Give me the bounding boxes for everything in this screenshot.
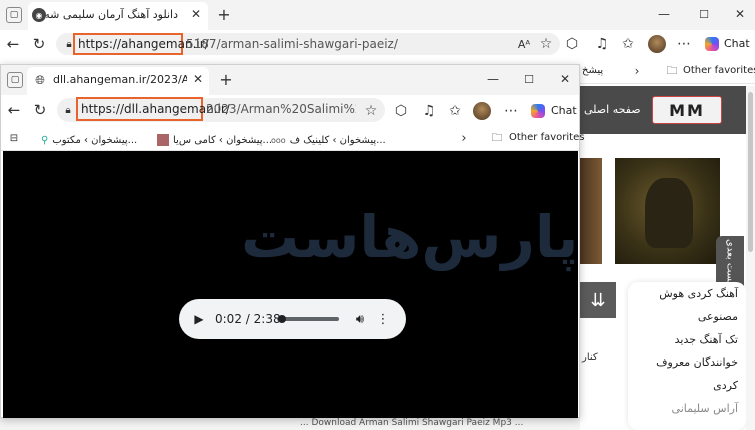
menu-item[interactable]: تک آهنگ جدید [628, 328, 746, 351]
copilot-chat-label[interactable]: Chat [724, 37, 750, 50]
site-favicon-icon: ◉ [32, 8, 46, 22]
folder-icon: 🗀︎ [491, 130, 503, 144]
front-favorites-bar: ⊟ ⚲ پیشخوان › مکتوب... پیشخوان › کامی س‌ی… [1, 127, 584, 151]
front-tab-strip: ▢ 🌐︎ dll.ahangeman.ir/2023/Arman Sali ✕ … [1, 65, 579, 95]
copilot-icon[interactable] [531, 104, 545, 118]
favorite-star-icon[interactable]: ☆ [363, 103, 379, 119]
new-tab-icon[interactable]: + [217, 70, 235, 89]
front-url-path: 2023/Arman%20Salimi%20-%2... [206, 102, 356, 116]
tab-actions-icon[interactable]: ▢ [7, 72, 23, 88]
post-thumbnail-1[interactable] [580, 158, 602, 264]
extensions-icon[interactable]: ⬡ [393, 103, 409, 119]
front-browser-window: ▢ 🌐︎ dll.ahangeman.ir/2023/Arman Sali ✕ … [0, 64, 584, 418]
page-scrollbar[interactable] [746, 86, 755, 430]
import-favorites-icon[interactable]: ⊟ [7, 131, 21, 145]
back-other-favorites[interactable]: Other favorites [683, 65, 755, 76]
more-options-icon[interactable]: ⋮ [377, 311, 390, 327]
refresh-icon[interactable]: ↻ [31, 101, 49, 119]
window-close-icon[interactable]: ✕ [732, 6, 748, 22]
favorite-link[interactable]: پیشخوان › کامی س‌یا... [157, 131, 272, 149]
back-arrow-icon[interactable]: ← [5, 101, 23, 119]
tab-actions-icon[interactable]: ▢ [6, 7, 22, 23]
front-tab-title: dll.ahangeman.ir/2023/Arman Sali [53, 73, 187, 86]
collections-icon[interactable]: ✩ [447, 103, 463, 119]
new-tab-icon[interactable]: + [215, 5, 233, 24]
chevron-right-icon[interactable]: › [457, 131, 471, 146]
menu-item[interactable]: مصنوعی [628, 305, 746, 328]
bottom-text: ... Download Arman Salimi Shawgari Paeiz… [300, 418, 524, 428]
seek-bar[interactable] [277, 317, 339, 321]
collections-icon[interactable]: ✩ [620, 36, 636, 52]
next-post-tab[interactable]: پست بعدی [716, 236, 744, 288]
media-icon[interactable]: ♫ [421, 103, 437, 119]
maximize-icon[interactable]: ☐ [521, 71, 537, 87]
media-viewer: پارس‌هاست ▶ 0:02 / 2:38 🔊︎ ⋮ [3, 151, 578, 418]
window-close-icon[interactable]: ✕ [557, 71, 573, 87]
site-home-link[interactable]: صفحه اصلی [584, 103, 641, 116]
copilot-chat-label[interactable]: Chat [551, 104, 577, 117]
favorite-link[interactable]: ooo پیشخوان › کلینیک ف... [271, 131, 386, 149]
close-tab-icon[interactable]: ✕ [191, 72, 205, 86]
favorite-link[interactable]: ⚲ پیشخوان › مکتوب... [41, 131, 137, 149]
thumbnail-figure [645, 178, 693, 248]
site-logo[interactable]: MM [652, 96, 722, 124]
maximize-icon[interactable]: ☐ [696, 6, 712, 22]
more-menu-icon[interactable]: ⋯ [503, 103, 519, 119]
site-logo-text: MM [669, 100, 705, 120]
favorite-label: پیشخوان › مکتوب... [52, 134, 138, 146]
menu-item[interactable]: آهنگ کردی هوش [628, 282, 746, 305]
back-tab-title: دانلود آهنگ آرمان سلیمی شه‌وگاری پ [46, 8, 178, 21]
media-icon[interactable]: ♫ [594, 36, 610, 52]
menu-item[interactable]: خوانندگان معروف [628, 351, 746, 374]
menu-item[interactable]: کردی [628, 374, 746, 397]
side-text: کنار [582, 352, 598, 363]
folder-icon: 🗀︎ [666, 63, 678, 77]
menu-item[interactable]: آراس سلیمانی [628, 397, 746, 420]
audio-player: ▶ 0:02 / 2:38 🔊︎ ⋮ [179, 299, 406, 339]
seek-thumb[interactable] [278, 315, 286, 323]
minimize-icon[interactable]: — [656, 6, 672, 22]
extensions-icon[interactable]: ⬡ [564, 36, 580, 52]
read-aloud-icon[interactable]: Aᴬ [516, 36, 532, 52]
favorite-star-icon[interactable]: ☆ [538, 36, 554, 52]
bottom-strip: ... Download Arman Salimi Shawgari Paeiz… [0, 418, 580, 430]
favorite-label: پیشخوان › کلینیک ف... [289, 134, 386, 146]
refresh-icon[interactable]: ↻ [30, 35, 48, 53]
profile-avatar[interactable] [473, 102, 491, 120]
post-thumbnail-2[interactable] [615, 158, 720, 264]
back-url-path: 5187/arman-salimi-shawgari-paeiz/ [186, 37, 398, 51]
front-other-favorites[interactable]: Other favorites [509, 132, 584, 143]
current-time: 0:02 [215, 312, 242, 326]
close-tab-icon[interactable]: ✕ [188, 6, 204, 22]
globe-icon: 🌐︎ [35, 72, 45, 87]
back-arrow-icon[interactable]: ← [4, 35, 22, 53]
next-post-label: پست بعدی [724, 239, 736, 285]
copilot-icon[interactable] [705, 37, 719, 51]
minimize-icon[interactable]: — [485, 71, 501, 87]
back-fav-overflow[interactable]: پیشخ [582, 65, 603, 76]
category-menu: آهنگ کردی هوش مصنوعی تک آهنگ جدید خوانند… [628, 282, 746, 430]
time-readout: 0:02 / 2:38 [215, 312, 281, 326]
favorite-label: پیشخوان › کامی س‌یا... [173, 134, 273, 146]
back-tab-strip: ▢ ◉ دانلود آهنگ آرمان سلیمی شه‌وگاری پ ✕… [0, 0, 755, 30]
scroll-down-button[interactable]: ⇊ [580, 282, 616, 318]
volume-icon[interactable]: 🔊︎ [351, 311, 369, 327]
more-menu-icon[interactable]: ⋯ [676, 36, 692, 52]
profile-avatar[interactable] [648, 35, 666, 53]
site-info-icon[interactable]: 🔒︎ [61, 103, 75, 117]
time-separator: / [245, 312, 250, 326]
scrollbar-thumb[interactable] [748, 92, 753, 252]
watermark-logo: پارس‌هاست [241, 203, 579, 271]
chevron-right-icon[interactable]: › [630, 64, 644, 78]
play-icon[interactable]: ▶ [191, 311, 207, 327]
